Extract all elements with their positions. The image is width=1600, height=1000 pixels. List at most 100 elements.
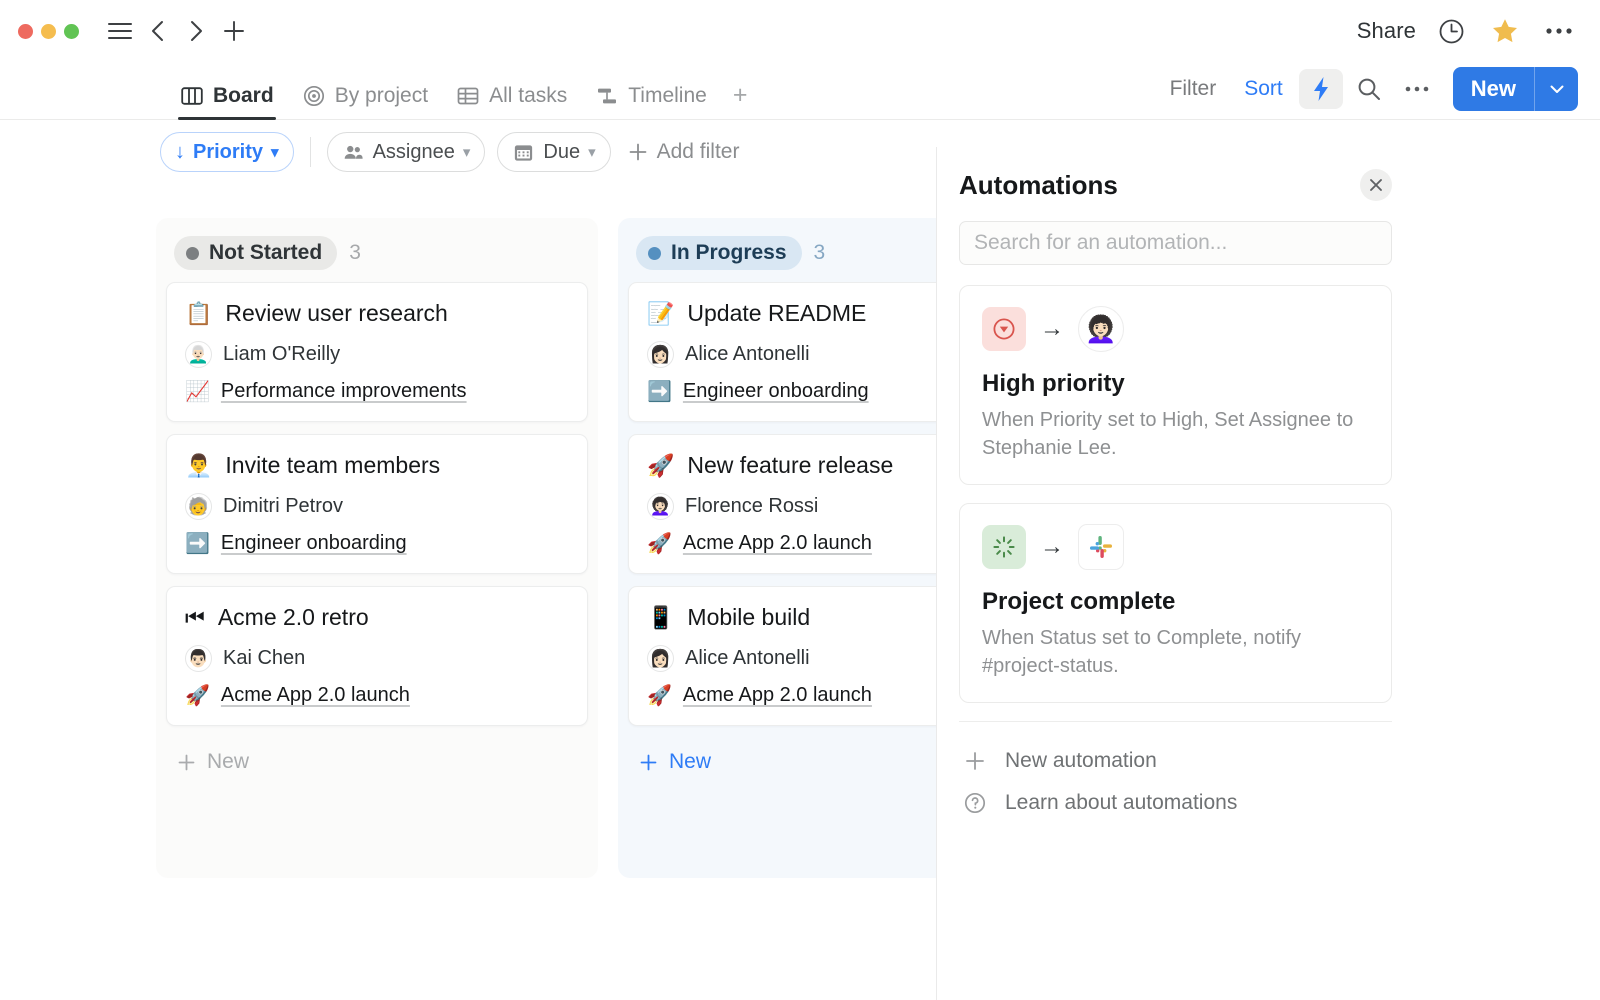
task-card[interactable]: 📋 Review user research 👨🏻‍🦳 Liam O'Reill… <box>166 282 588 422</box>
status-badge[interactable]: Not Started <box>174 236 337 270</box>
view-toolbar-actions: Filter Sort New <box>1158 67 1578 119</box>
status-badge-label: In Progress <box>671 241 787 265</box>
new-dropdown-button[interactable] <box>1534 67 1578 111</box>
avatar: 👩🏻 <box>647 341 674 368</box>
automation-icon-row: → <box>982 524 1369 570</box>
favorite-button[interactable] <box>1486 12 1524 50</box>
close-panel-button[interactable] <box>1360 169 1392 201</box>
target-icon <box>302 84 326 108</box>
share-button[interactable]: Share <box>1357 18 1416 44</box>
plus-icon <box>176 752 197 773</box>
tab-by-project[interactable]: By project <box>288 84 442 119</box>
filter-chip-due[interactable]: Due ▾ <box>497 132 610 172</box>
view-more-button[interactable] <box>1395 69 1439 109</box>
filter-chip-assignee-label: Assignee <box>373 141 455 164</box>
task-project-row[interactable]: 🚀 Acme App 2.0 launch <box>185 684 569 707</box>
view-toolbar: Board By project All tasks <box>0 62 1600 120</box>
task-assignee-name: Alice Antonelli <box>685 647 810 670</box>
sort-direction-arrow: ↓ <box>175 141 185 164</box>
new-automation-button[interactable]: New automation <box>959 740 1392 782</box>
automation-card[interactable]: → Project complete When Status set to <box>959 503 1392 703</box>
filter-chip-assignee[interactable]: Assignee ▾ <box>327 132 486 172</box>
task-card[interactable]: ⏮ Acme 2.0 retro 👨🏻 Kai Chen 🚀 Acme App … <box>166 586 588 726</box>
status-badge[interactable]: In Progress <box>636 236 802 270</box>
task-project-row[interactable]: ➡️ Engineer onboarding <box>185 532 569 555</box>
tab-all-tasks-label: All tasks <box>489 84 567 108</box>
close-window-button[interactable] <box>18 24 33 39</box>
tab-all-tasks[interactable]: All tasks <box>442 84 581 119</box>
task-assignee-name: Florence Rossi <box>685 495 818 518</box>
panel-header: Automations <box>959 169 1392 201</box>
avatar: 👨🏻‍🦳 <box>185 341 212 368</box>
sidebar-toggle-button[interactable] <box>101 12 139 50</box>
filter-divider <box>310 137 311 167</box>
add-card-button[interactable]: New <box>166 738 588 786</box>
task-card-title-row: 👨‍💼 Invite team members <box>185 452 569 479</box>
filter-chip-due-label: Due <box>543 141 580 164</box>
search-icon <box>1356 76 1382 102</box>
chevron-down-icon <box>1547 79 1567 99</box>
automation-card[interactable]: → 👩🏻‍🦱 High priority When Priority set t… <box>959 285 1392 485</box>
task-assignee-name: Liam O'Reilly <box>223 343 340 366</box>
new-tab-button[interactable] <box>215 12 253 50</box>
avatar: 👩🏻‍🦱 <box>1078 306 1124 352</box>
new-button[interactable]: New <box>1453 67 1534 111</box>
arrow-right-icon: → <box>1040 535 1064 559</box>
automations-panel: Automations → 👩🏻‍🦱 High priority <box>936 147 1414 1000</box>
priority-high-icon <box>982 307 1026 351</box>
avatar: 🧓 <box>185 493 212 520</box>
sort-chip-priority[interactable]: ↓ Priority ▾ <box>160 132 294 172</box>
question-circle-icon <box>961 791 989 815</box>
chevron-down-icon: ▾ <box>271 143 279 161</box>
table-icon <box>456 84 480 108</box>
add-card-label: New <box>207 750 249 774</box>
column-header: Not Started 3 <box>166 228 588 282</box>
task-project-link[interactable]: Engineer onboarding <box>221 532 407 555</box>
history-button[interactable] <box>1432 12 1470 50</box>
timeline-icon <box>595 84 619 108</box>
people-meeting-icon: 👨‍💼 <box>185 455 212 477</box>
sort-button[interactable]: Sort <box>1232 71 1295 107</box>
task-title: Review user research <box>225 300 447 327</box>
tab-board-label: Board <box>213 84 274 108</box>
back-button[interactable] <box>139 12 177 50</box>
arrow-right-icon: → <box>1040 317 1064 341</box>
search-button[interactable] <box>1347 69 1391 109</box>
maximize-window-button[interactable] <box>64 24 79 39</box>
task-project-link[interactable]: Acme App 2.0 launch <box>221 684 410 707</box>
task-assignee-row[interactable]: 👨🏻‍🦳 Liam O'Reilly <box>185 341 569 368</box>
learn-automations-button[interactable]: Learn about automations <box>959 782 1392 824</box>
arrow-right-circle-icon: ➡️ <box>185 534 210 554</box>
minimize-window-button[interactable] <box>41 24 56 39</box>
status-dot-icon <box>648 247 661 260</box>
add-filter-button[interactable]: Add filter <box>623 140 740 164</box>
task-assignee-name: Alice Antonelli <box>685 343 810 366</box>
document-icon: 📝 <box>647 303 674 325</box>
task-project-row[interactable]: 📈 Performance improvements <box>185 380 569 403</box>
task-project-link[interactable]: Acme App 2.0 launch <box>683 684 872 707</box>
task-project-link[interactable]: Engineer onboarding <box>683 380 869 403</box>
tab-timeline[interactable]: Timeline <box>581 84 721 119</box>
add-view-button[interactable]: + <box>721 83 760 119</box>
tab-board[interactable]: Board <box>166 84 288 119</box>
plus-icon <box>961 749 989 773</box>
task-assignee-row[interactable]: 👨🏻 Kai Chen <box>185 645 569 672</box>
slack-icon <box>1078 524 1124 570</box>
rocket-icon: 🚀 <box>647 534 672 554</box>
more-options-button[interactable] <box>1540 12 1578 50</box>
automations-button[interactable] <box>1299 69 1343 109</box>
arrow-right-circle-icon: ➡️ <box>647 382 672 402</box>
plus-icon <box>221 18 247 44</box>
task-title: Update README <box>687 300 866 327</box>
task-project-link[interactable]: Acme App 2.0 launch <box>683 532 872 555</box>
task-assignee-row[interactable]: 🧓 Dimitri Petrov <box>185 493 569 520</box>
more-options-icon <box>1404 85 1430 93</box>
forward-button[interactable] <box>177 12 215 50</box>
board-columns-icon <box>180 84 204 108</box>
plus-icon <box>627 141 649 163</box>
task-project-link[interactable]: Performance improvements <box>221 380 467 403</box>
status-dot-icon <box>186 247 199 260</box>
automation-search-input[interactable] <box>959 221 1392 265</box>
task-card[interactable]: 👨‍💼 Invite team members 🧓 Dimitri Petrov… <box>166 434 588 574</box>
filter-button[interactable]: Filter <box>1158 71 1229 107</box>
